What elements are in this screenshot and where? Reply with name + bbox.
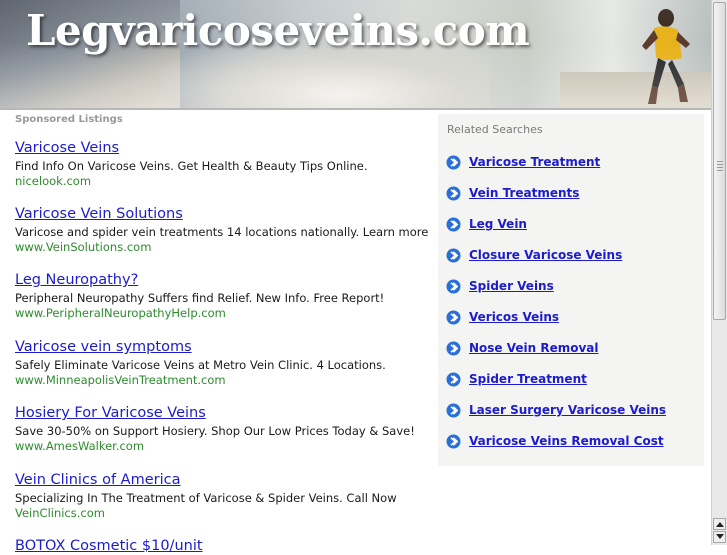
header-divider xyxy=(0,108,711,110)
header-banner: Legvaricoseveins.com xyxy=(0,0,711,108)
listing-description: Safely Eliminate Varicose Veins at Metro… xyxy=(15,358,386,372)
listing: Leg Neuropathy? Peripheral Neuropathy Su… xyxy=(15,271,384,321)
listing-description: Varicose and spider vein treatments 14 l… xyxy=(15,225,429,239)
listing-title-link[interactable]: Varicose Veins xyxy=(15,139,368,157)
arrow-right-circle-icon xyxy=(446,403,461,418)
scroll-up-button[interactable] xyxy=(713,518,726,530)
listing-title-link[interactable]: Varicose Vein Solutions xyxy=(15,205,428,223)
listing: Varicose vein symptoms Safely Eliminate … xyxy=(15,338,386,388)
related-search-label[interactable]: Vein Treatments xyxy=(469,185,579,202)
arrow-right-circle-icon xyxy=(446,372,461,387)
listing-url-link[interactable]: VeinClinics.com xyxy=(15,506,397,521)
related-searches-panel: Related Searches Varicose Treatment Vein… xyxy=(438,114,704,466)
related-search-label[interactable]: Vericos Veins xyxy=(469,309,559,326)
related-search-label[interactable]: Varicose Veins Removal Cost xyxy=(469,433,664,450)
related-search-label[interactable]: Laser Surgery Varicose Veins xyxy=(469,402,666,419)
listing-url-link[interactable]: www.AmesWalker.com xyxy=(15,439,415,454)
arrow-right-circle-icon xyxy=(446,434,461,449)
scroll-down-button[interactable] xyxy=(713,531,726,543)
listing-url-link[interactable]: nicelook.com xyxy=(15,174,368,189)
listing: Vein Clinics of America Specializing In … xyxy=(15,471,397,521)
related-search-label[interactable]: Nose Vein Removal xyxy=(469,340,599,357)
arrow-down-icon xyxy=(716,534,724,539)
listing-description: Find Info On Varicose Veins. Get Health … xyxy=(15,159,368,173)
listing-description: Peripheral Neuropathy Suffers find Relie… xyxy=(15,291,385,305)
arrow-right-circle-icon xyxy=(446,217,461,232)
scrollbar-grip-icon xyxy=(717,161,723,171)
arrow-up-icon xyxy=(716,522,724,527)
sponsored-listings-heading: Sponsored Listings xyxy=(15,114,123,125)
listing-url-link[interactable]: www.PeripheralNeuropathyHelp.com xyxy=(15,306,384,321)
listing-url-link[interactable]: www.MinneapolisVeinTreatment.com xyxy=(15,373,386,388)
arrow-right-circle-icon xyxy=(446,310,461,325)
arrow-right-circle-icon xyxy=(446,279,461,294)
listing: Varicose Vein Solutions Varicose and spi… xyxy=(15,205,428,255)
related-search-label[interactable]: Leg Vein xyxy=(469,216,527,233)
related-search-label[interactable]: Spider Veins xyxy=(469,278,554,295)
arrow-right-circle-icon xyxy=(446,155,461,170)
vertical-scrollbar[interactable] xyxy=(711,0,727,545)
listing: BOTOX Cosmetic $10/unit xyxy=(15,537,203,555)
listing-url-link[interactable]: www.VeinSolutions.com xyxy=(15,240,428,255)
listing: Hosiery For Varicose Veins Save 30-50% o… xyxy=(15,404,415,454)
site-title[interactable]: Legvaricoseveins.com xyxy=(26,6,530,55)
related-search-label[interactable]: Varicose Treatment xyxy=(469,154,600,171)
related-search-label[interactable]: Closure Varicose Veins xyxy=(469,247,622,264)
listing-title-link[interactable]: Varicose vein symptoms xyxy=(15,338,386,356)
listing-title-link[interactable]: BOTOX Cosmetic $10/unit xyxy=(15,537,203,555)
listing: Varicose Veins Find Info On Varicose Vei… xyxy=(15,139,368,189)
listing-description: Save 30-50% on Support Hosiery. Shop Our… xyxy=(15,424,415,438)
arrow-right-circle-icon xyxy=(446,248,461,263)
related-searches-heading: Related Searches xyxy=(447,123,543,136)
listing-description: Specializing In The Treatment of Varicos… xyxy=(15,491,397,505)
listing-title-link[interactable]: Hosiery For Varicose Veins xyxy=(15,404,415,422)
scrollbar-thumb[interactable] xyxy=(713,2,726,320)
arrow-right-circle-icon xyxy=(446,341,461,356)
related-search-label[interactable]: Spider Treatment xyxy=(469,371,587,388)
arrow-right-circle-icon xyxy=(446,186,461,201)
listing-title-link[interactable]: Vein Clinics of America xyxy=(15,471,397,489)
listing-title-link[interactable]: Leg Neuropathy? xyxy=(15,271,384,289)
